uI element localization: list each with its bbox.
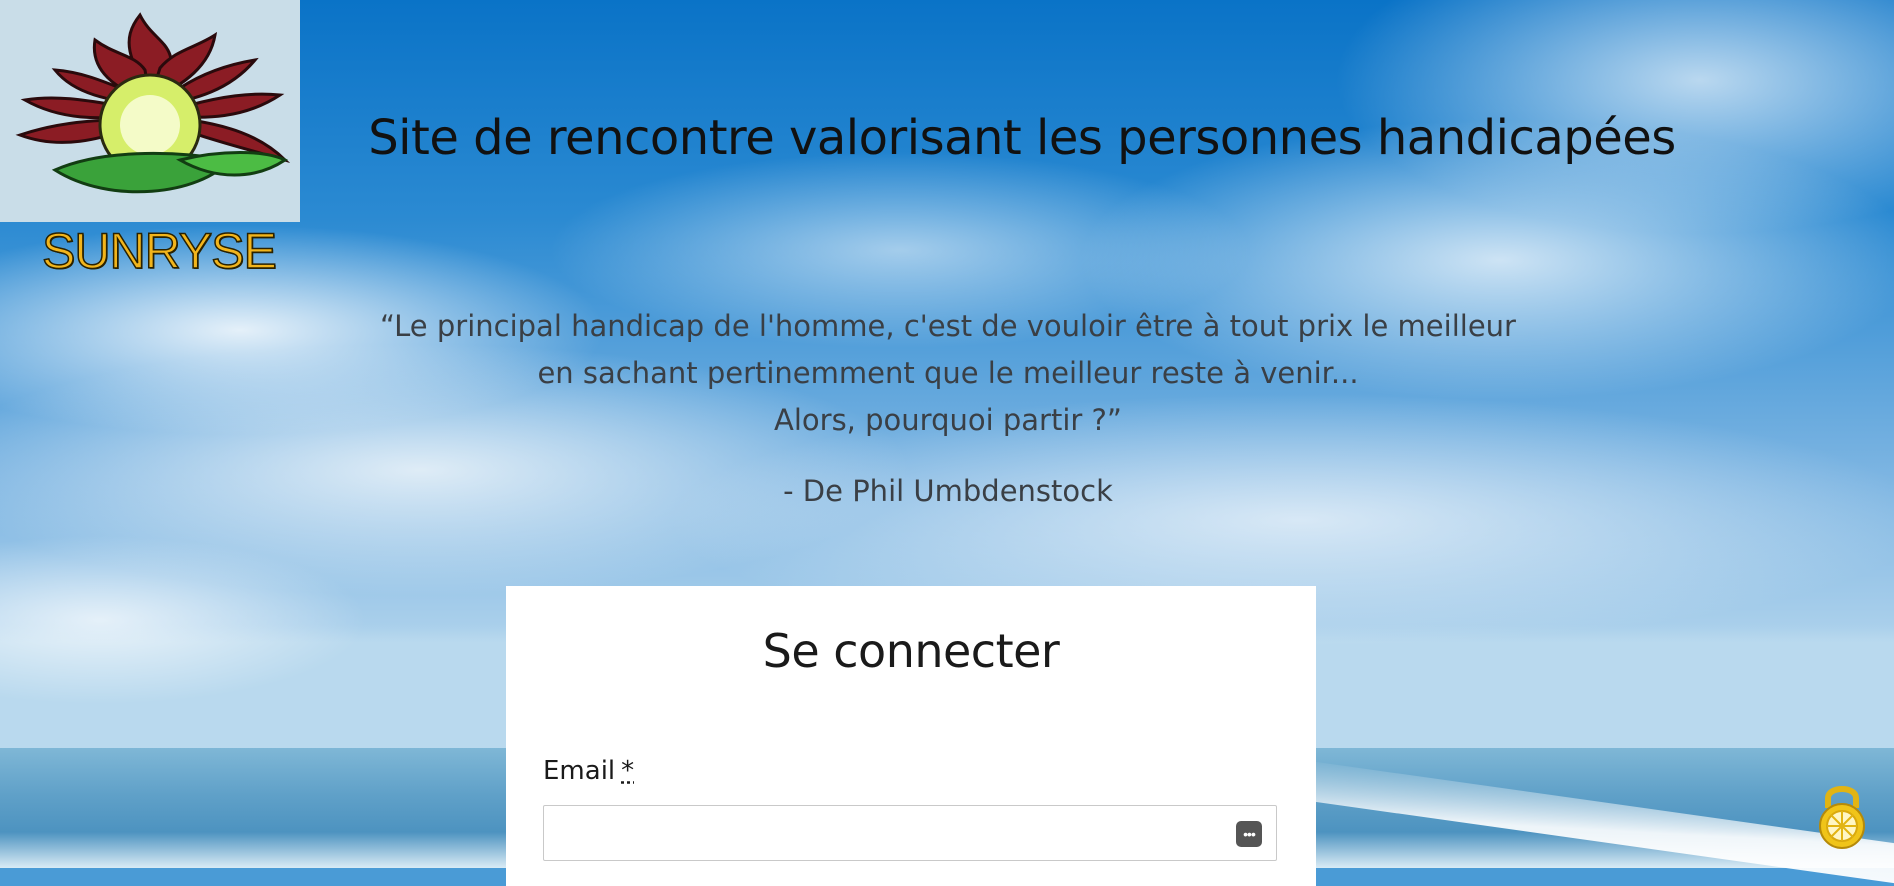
logo[interactable] — [0, 0, 300, 222]
password-manager-glyph: ••• — [1243, 826, 1256, 842]
required-marker: * — [621, 756, 635, 786]
flower-sun-logo-icon — [15, 12, 291, 194]
quote-author: - De Phil Umbdenstock — [783, 474, 1113, 508]
email-label-text: Email — [543, 756, 616, 786]
quote-line: Alors, pourquoi partir ?” — [774, 403, 1122, 437]
lock-button[interactable] — [1816, 778, 1868, 850]
email-field-wrapper: ••• — [543, 805, 1277, 861]
quote-block: “Le principal handicap de l'homme, c'est… — [348, 303, 1548, 515]
page-title: Site de rencontre valorisant les personn… — [368, 110, 1676, 166]
email-field[interactable] — [554, 806, 1218, 860]
padlock-icon — [1819, 786, 1865, 849]
login-title: Se connecter — [762, 624, 1060, 678]
password-manager-icon[interactable]: ••• — [1236, 821, 1262, 847]
quote-line: “Le principal handicap de l'homme, c'est… — [380, 309, 1516, 343]
quote-line: en sachant pertinemment que le meilleur … — [537, 356, 1359, 390]
brand-name: SUNRYSE — [41, 222, 277, 280]
email-label: Email * — [543, 756, 634, 786]
login-card: Se connecter Email * ••• — [506, 586, 1316, 886]
